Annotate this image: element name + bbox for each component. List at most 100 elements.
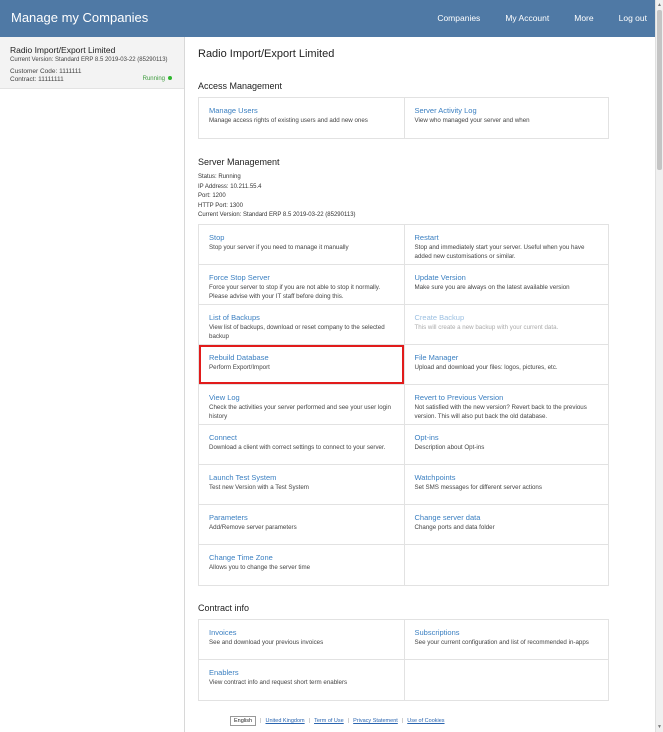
list-of-backups-link[interactable]: List of Backups bbox=[209, 313, 394, 322]
view-log-card: View Log Check the activities your serve… bbox=[199, 385, 404, 424]
vertical-scrollbar[interactable]: ▲ ▼ bbox=[655, 0, 663, 732]
rebuild-database-link[interactable]: Rebuild Database bbox=[209, 353, 394, 362]
watchpoints-link[interactable]: Watchpoints bbox=[415, 473, 599, 482]
server-version: Current Version: Standard ERP 8.5 2019-0… bbox=[198, 212, 356, 218]
footer-link-country[interactable]: United Kingdom bbox=[265, 718, 304, 724]
server-ip: IP Address: 10.211.55.4 bbox=[198, 183, 262, 190]
server-management-heading: Server Management bbox=[198, 157, 280, 167]
scroll-down-icon[interactable]: ▼ bbox=[657, 724, 662, 730]
parameters-desc: Add/Remove server parameters bbox=[209, 524, 297, 531]
footer-link-terms[interactable]: Term of Use bbox=[314, 718, 344, 724]
force-stop-card: Force Stop Server Force your server to s… bbox=[199, 265, 404, 304]
language-selector[interactable]: English bbox=[230, 716, 257, 726]
invoices-link[interactable]: Invoices bbox=[209, 628, 394, 637]
opt-ins-desc: Description about Opt-ins bbox=[414, 444, 485, 451]
parameters-link[interactable]: Parameters bbox=[209, 513, 394, 522]
rebuild-database-card[interactable]: Rebuild Database Perform Export/Import bbox=[199, 345, 404, 384]
nav-log-out[interactable]: Log out bbox=[619, 13, 647, 23]
update-version-card: Update Version Make sure you are always … bbox=[403, 265, 609, 304]
scroll-up-icon[interactable]: ▲ bbox=[657, 2, 662, 8]
opt-ins-card: Opt-ins Description about Opt-ins bbox=[403, 425, 609, 464]
connect-desc: Download a client with correct settings … bbox=[209, 444, 386, 451]
scrollbar-thumb[interactable] bbox=[657, 10, 662, 170]
create-backup-card: Create Backup This will create a new bac… bbox=[403, 305, 609, 344]
manage-users-link[interactable]: Manage Users bbox=[209, 106, 394, 115]
sidebar-company-name: Radio Import/Export Limited bbox=[10, 45, 116, 55]
nav-more[interactable]: More bbox=[574, 13, 593, 23]
force-stop-link[interactable]: Force Stop Server bbox=[209, 273, 394, 282]
file-manager-card: File Manager Upload and download your fi… bbox=[403, 345, 609, 384]
file-manager-desc: Upload and download your files: logos, p… bbox=[414, 364, 558, 371]
revert-version-link[interactable]: Revert to Previous Version bbox=[415, 393, 599, 402]
watchpoints-card: Watchpoints Set SMS messages for differe… bbox=[403, 465, 609, 504]
connect-card: Connect Download a client with correct s… bbox=[199, 425, 404, 464]
server-port: Port: 1200 bbox=[198, 193, 226, 199]
restart-desc: Stop and immediately start your server. … bbox=[414, 244, 585, 260]
nav-companies[interactable]: Companies bbox=[437, 13, 480, 23]
rebuild-database-desc: Perform Export/Import bbox=[209, 364, 270, 371]
subscriptions-desc: See your current configuration and list … bbox=[414, 639, 589, 646]
stop-card: Stop Stop your server if you need to man… bbox=[199, 225, 404, 264]
view-log-link[interactable]: View Log bbox=[209, 393, 394, 402]
parameters-card: Parameters Add/Remove server parameters bbox=[199, 505, 404, 544]
enablers-link[interactable]: Enablers bbox=[209, 668, 394, 677]
footer-link-cookies[interactable]: Use of Cookies bbox=[407, 718, 444, 724]
restart-card: Restart Stop and immediately start your … bbox=[403, 225, 609, 264]
company-card[interactable]: Radio Import/Export Limited Current Vers… bbox=[0, 37, 184, 89]
server-activity-log-link[interactable]: Server Activity Log bbox=[415, 106, 599, 115]
sidebar-version: Current Version: Standard ERP 8.5 2019-0… bbox=[10, 57, 168, 63]
footer-separator: | bbox=[401, 718, 404, 724]
revert-version-desc: Not satisfied with the new version? Reve… bbox=[414, 404, 587, 420]
list-of-backups-card: List of Backups View list of backups, do… bbox=[199, 305, 404, 344]
top-bar: Manage my Companies Companies My Account… bbox=[0, 0, 655, 37]
page-title: Radio Import/Export Limited bbox=[198, 48, 335, 60]
change-server-data-link[interactable]: Change server data bbox=[415, 513, 599, 522]
footer-separator: | bbox=[308, 718, 311, 724]
update-version-desc: Make sure you are always on the latest a… bbox=[414, 284, 570, 291]
enablers-desc: View contract info and request short ter… bbox=[209, 679, 348, 686]
nav-my-account[interactable]: My Account bbox=[505, 13, 549, 23]
top-nav: Companies My Account More Log out bbox=[412, 13, 647, 23]
change-time-zone-desc: Allows you to change the server time bbox=[209, 564, 311, 571]
file-manager-link[interactable]: File Manager bbox=[415, 353, 599, 362]
server-activity-log-desc: View who managed your server and when bbox=[414, 117, 530, 124]
watchpoints-desc: Set SMS messages for different server ac… bbox=[414, 484, 542, 491]
change-time-zone-card: Change Time Zone Allows you to change th… bbox=[199, 545, 404, 585]
server-info: Status: Running IP Address: 10.211.55.4 … bbox=[198, 173, 356, 221]
change-server-data-desc: Change ports and data folder bbox=[414, 524, 495, 531]
launch-test-system-link[interactable]: Launch Test System bbox=[209, 473, 394, 482]
change-time-zone-link[interactable]: Change Time Zone bbox=[209, 553, 394, 562]
app-title: Manage my Companies bbox=[11, 10, 149, 25]
empty-cell bbox=[403, 660, 608, 700]
footer: English | United Kingdom | Term of Use |… bbox=[230, 716, 445, 726]
server-activity-log-card: Server Activity Log View who managed you… bbox=[403, 98, 609, 138]
invoices-card: Invoices See and download your previous … bbox=[199, 620, 404, 659]
invoices-desc: See and download your previous invoices bbox=[209, 639, 324, 646]
footer-separator: | bbox=[347, 718, 350, 724]
empty-cell bbox=[403, 545, 608, 585]
revert-version-card: Revert to Previous Version Not satisfied… bbox=[403, 385, 609, 424]
force-stop-desc: Force your server to stop if you are not… bbox=[209, 284, 381, 300]
update-version-link[interactable]: Update Version bbox=[415, 273, 599, 282]
stop-link[interactable]: Stop bbox=[209, 233, 394, 242]
status-dot-icon bbox=[168, 76, 172, 81]
subscriptions-card: Subscriptions See your current configura… bbox=[403, 620, 609, 659]
access-management-grid: Manage Users Manage access rights of exi… bbox=[198, 97, 609, 139]
create-backup-desc: This will create a new backup with your … bbox=[414, 324, 559, 331]
subscriptions-link[interactable]: Subscriptions bbox=[415, 628, 599, 637]
status-text: Running bbox=[142, 76, 165, 82]
status-badge: Running bbox=[143, 76, 172, 82]
stop-desc: Stop your server if you need to manage i… bbox=[209, 244, 349, 251]
access-management-heading: Access Management bbox=[198, 81, 283, 91]
launch-test-system-desc: Test new Version with a Test System bbox=[209, 484, 309, 491]
footer-link-privacy[interactable]: Privacy Statement bbox=[353, 718, 398, 724]
list-of-backups-desc: View list of backups, download or reset … bbox=[209, 324, 385, 340]
sidebar: Radio Import/Export Limited Current Vers… bbox=[0, 37, 185, 732]
restart-link[interactable]: Restart bbox=[415, 233, 599, 242]
create-backup-link: Create Backup bbox=[414, 313, 465, 322]
opt-ins-link[interactable]: Opt-ins bbox=[415, 433, 599, 442]
connect-link[interactable]: Connect bbox=[209, 433, 394, 442]
contract-info-heading: Contract info bbox=[198, 603, 250, 613]
footer-separator: | bbox=[260, 718, 262, 724]
server-status: Status: Running bbox=[198, 174, 241, 180]
